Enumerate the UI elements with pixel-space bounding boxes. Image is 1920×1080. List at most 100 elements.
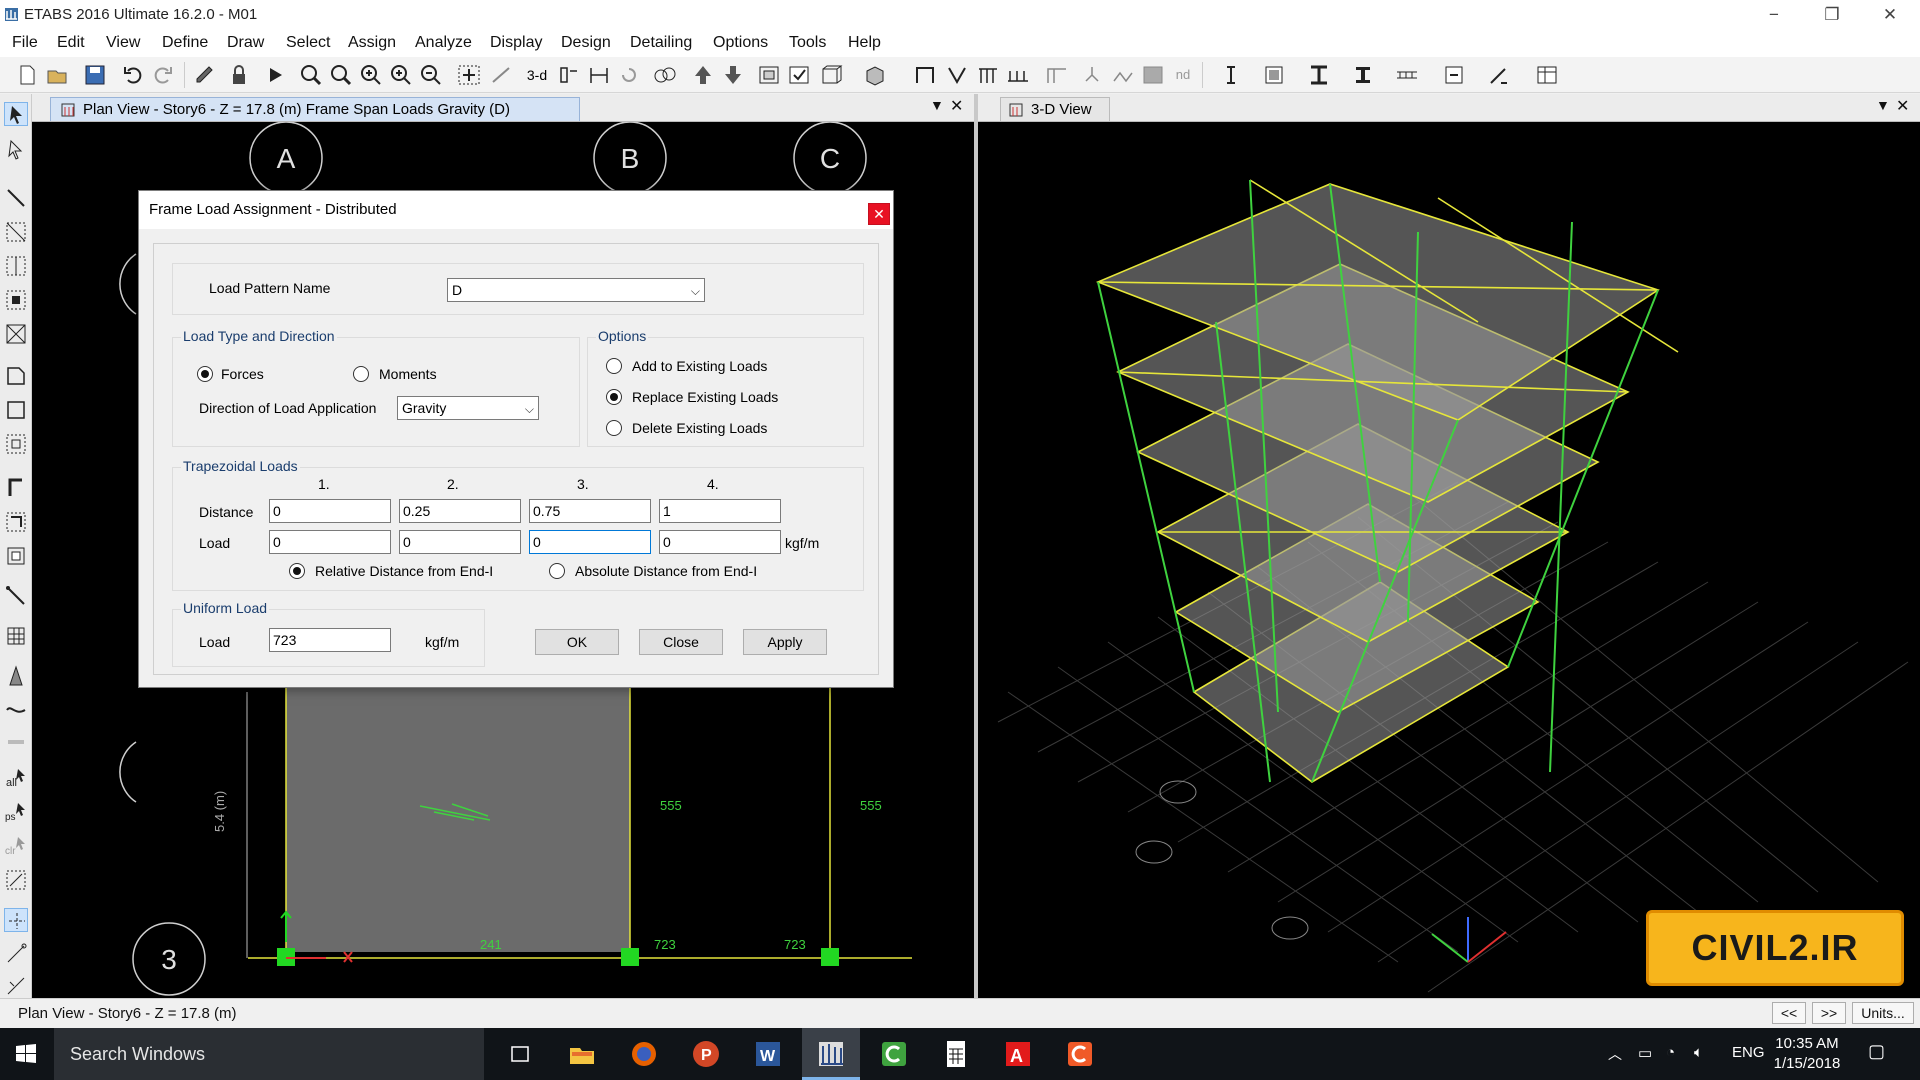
3d-tab-close-icon[interactable]: ✕ [1896, 96, 1909, 116]
draw-area-icon[interactable] [1140, 63, 1166, 87]
draw-brace-icon[interactable] [944, 63, 970, 87]
zoom-in-icon[interactable] [358, 63, 384, 87]
load-4-input[interactable] [659, 530, 781, 554]
draw-diagonal-icon[interactable] [4, 220, 28, 244]
menu-detailing[interactable]: Detailing [630, 34, 692, 52]
save-icon[interactable] [82, 63, 108, 87]
load-1-input[interactable] [269, 530, 391, 554]
extruded-view-icon[interactable] [862, 63, 888, 87]
reshape-icon[interactable] [4, 138, 28, 162]
distance-3-input[interactable] [529, 499, 651, 523]
snap-options-icon[interactable] [4, 734, 28, 758]
zoom-plus-icon[interactable] [388, 63, 414, 87]
distance-4-input[interactable] [659, 499, 781, 523]
draw-column-icon[interactable] [4, 288, 28, 312]
menu-view[interactable]: View [106, 34, 140, 52]
edit-pencil-icon[interactable] [192, 63, 218, 87]
uniform-load-input[interactable] [269, 628, 391, 652]
close-button[interactable]: Close [639, 629, 723, 655]
snap-grid-icon[interactable] [4, 908, 28, 932]
plan-tab-close-icon[interactable]: ✕ [950, 96, 963, 116]
menu-analyze[interactable]: Analyze [415, 34, 472, 52]
camtasia-recorder-icon[interactable] [1064, 1038, 1096, 1070]
powerpoint-icon[interactable]: P [690, 1038, 722, 1070]
autocad-icon[interactable]: A [1002, 1038, 1034, 1070]
draw-line-icon[interactable] [4, 186, 28, 210]
snap-intersection-icon[interactable] [4, 868, 28, 892]
battery-icon[interactable]: ▭ [1638, 1044, 1652, 1062]
snap-end-icon[interactable] [4, 942, 28, 966]
next-story-button[interactable]: >> [1812, 1002, 1846, 1024]
firefox-icon[interactable] [628, 1038, 660, 1070]
draw-secondary-beams-icon[interactable] [1044, 63, 1070, 87]
menu-edit[interactable]: Edit [57, 34, 85, 52]
draw-beams-icon[interactable] [1006, 63, 1032, 87]
windows-start-icon[interactable] [14, 1042, 38, 1066]
run-analysis-icon[interactable] [262, 63, 288, 87]
3d-tab-dropdown-icon[interactable]: ▼ [1876, 97, 1890, 113]
wall-section-icon[interactable] [1394, 63, 1420, 87]
snap-perpendicular-icon[interactable] [4, 974, 28, 998]
draw-grid-frame-icon[interactable] [4, 254, 28, 278]
rotate-icon[interactable] [616, 63, 642, 87]
file-explorer-icon[interactable] [566, 1038, 598, 1070]
replace-existing-radio[interactable] [606, 389, 622, 405]
text-cursor-icon[interactable] [1218, 63, 1244, 87]
pan-icon[interactable] [456, 63, 482, 87]
menu-help[interactable]: Help [848, 34, 881, 52]
3d-canvas[interactable] [978, 122, 1920, 998]
load-3-input[interactable] [529, 530, 651, 554]
units-button[interactable]: Units... [1852, 1002, 1914, 1024]
load-pattern-select[interactable]: D ⌵ [447, 278, 705, 302]
etabs-taskbar-icon[interactable] [815, 1038, 847, 1070]
move-up-icon[interactable] [690, 63, 716, 87]
section-property-icon[interactable] [1306, 63, 1332, 87]
select-box-icon[interactable] [1262, 63, 1288, 87]
undo-icon[interactable] [120, 63, 146, 87]
draw-grid-icon[interactable] [4, 624, 28, 648]
camtasia-icon[interactable] [878, 1038, 910, 1070]
forces-radio[interactable] [197, 366, 213, 382]
network-icon[interactable]: ◔ [1666, 1044, 1675, 1061]
column-section-icon[interactable] [1350, 63, 1376, 87]
building-view-icon[interactable] [818, 63, 844, 87]
draw-columns-icon[interactable] [976, 63, 1002, 87]
ok-button[interactable]: OK [535, 629, 619, 655]
menu-design[interactable]: Design [561, 34, 611, 52]
open-icon[interactable] [44, 63, 70, 87]
close-window-button[interactable]: ✕ [1862, 0, 1918, 29]
draw-nd-button[interactable]: nd [1170, 63, 1196, 87]
draw-opening-icon[interactable] [4, 544, 28, 568]
menu-select[interactable]: Select [286, 34, 330, 52]
rubber-band-icon[interactable] [488, 63, 514, 87]
calculator-icon[interactable] [940, 1038, 972, 1070]
move-down-icon[interactable] [720, 63, 746, 87]
relative-distance-radio[interactable] [289, 563, 305, 579]
apply-button[interactable]: Apply [743, 629, 827, 655]
pointer-select-icon[interactable] [4, 102, 28, 126]
draw-brace-diag-icon[interactable] [4, 322, 28, 346]
clear-selection-icon[interactable]: clr [4, 834, 28, 858]
support-point[interactable] [821, 948, 839, 966]
menu-file[interactable]: File [12, 34, 38, 52]
new-model-icon[interactable] [14, 63, 40, 87]
view-3d-button[interactable]: 3-d [524, 63, 550, 87]
task-view-icon[interactable] [504, 1038, 536, 1070]
draw-support-icon[interactable] [1110, 63, 1136, 87]
assign-load-icon[interactable] [1486, 63, 1512, 87]
taskbar-search[interactable]: Search Windows [54, 1028, 484, 1080]
delete-existing-radio[interactable] [606, 420, 622, 436]
add-existing-radio[interactable] [606, 358, 622, 374]
minimize-button[interactable]: − [1746, 0, 1802, 29]
draw-dimension-icon[interactable] [4, 584, 28, 608]
select-all-icon[interactable]: all [4, 766, 28, 790]
zoom-window-icon[interactable] [298, 63, 324, 87]
draw-frame-icon[interactable] [912, 63, 938, 87]
restore-button[interactable]: ❐ [1804, 0, 1860, 29]
menu-assign[interactable]: Assign [348, 34, 396, 52]
load-2-input[interactable] [399, 530, 521, 554]
tray-chevron-icon[interactable]: ︿ [1608, 1044, 1622, 1064]
prev-story-button[interactable]: << [1772, 1002, 1806, 1024]
language-indicator[interactable]: ENG [1732, 1044, 1765, 1061]
absolute-distance-radio[interactable] [549, 563, 565, 579]
